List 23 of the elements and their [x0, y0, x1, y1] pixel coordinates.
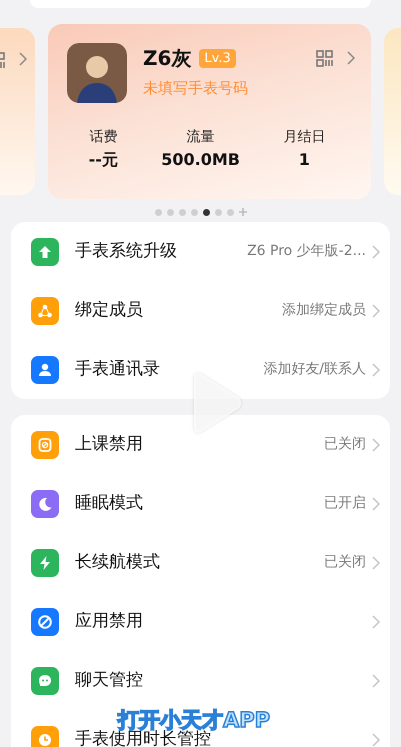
row-value: 已关闭 — [324, 435, 366, 454]
stat-label: 话费 — [88, 128, 118, 147]
row-label: 应用禁用 — [75, 610, 143, 633]
row-value: 已开启 — [324, 494, 366, 513]
row-label: 聊天管控 — [75, 668, 143, 692]
row-value: 已关闭 — [324, 553, 366, 572]
stat-value: 500.0MB — [161, 149, 240, 171]
level-badge: Lv.3 — [199, 48, 236, 68]
row-label: 睡眠模式 — [75, 492, 143, 515]
row-label: 绑定成员 — [75, 298, 143, 322]
row-label: 上课禁用 — [75, 432, 143, 456]
row-label: 手表通讯录 — [75, 358, 160, 381]
row-value: Z6 Pro 少年版-2... — [247, 242, 366, 261]
device-card[interactable]: Z6灰 Lv.3 未填写手表号码 话费 --元 流量 500.0MB 月结日 1 — [48, 24, 371, 199]
row-value: 添加绑定成员 — [282, 301, 366, 320]
stat-value: --元 — [88, 149, 118, 171]
stat-label: 流量 — [186, 128, 216, 147]
stat-value: 1 — [298, 149, 311, 171]
row-label: 长续航模式 — [75, 550, 160, 574]
row-value: 添加好友/联系人 — [263, 360, 366, 379]
row-label: 手表系统升级 — [75, 240, 177, 263]
stat-label: 月结日 — [283, 128, 326, 147]
device-name: Z6灰 — [143, 45, 192, 72]
